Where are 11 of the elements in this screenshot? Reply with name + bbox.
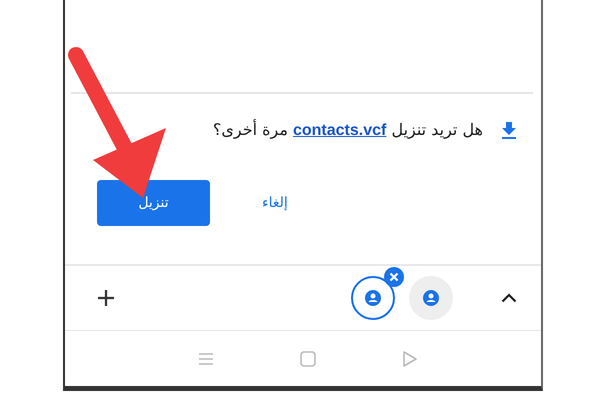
close-icon[interactable] (384, 267, 404, 287)
tab-avatar[interactable] (409, 276, 453, 320)
cancel-button[interactable]: إلغاء (252, 187, 298, 219)
download-button[interactable]: تنزيل (97, 180, 210, 226)
person-icon (365, 290, 381, 306)
chevron-up-icon[interactable] (501, 293, 517, 303)
file-link[interactable]: contacts.vcf (292, 122, 386, 139)
download-icon (501, 121, 517, 139)
tab-avatar[interactable] (351, 276, 395, 320)
person-icon (423, 290, 439, 306)
plus-icon[interactable] (97, 289, 115, 307)
